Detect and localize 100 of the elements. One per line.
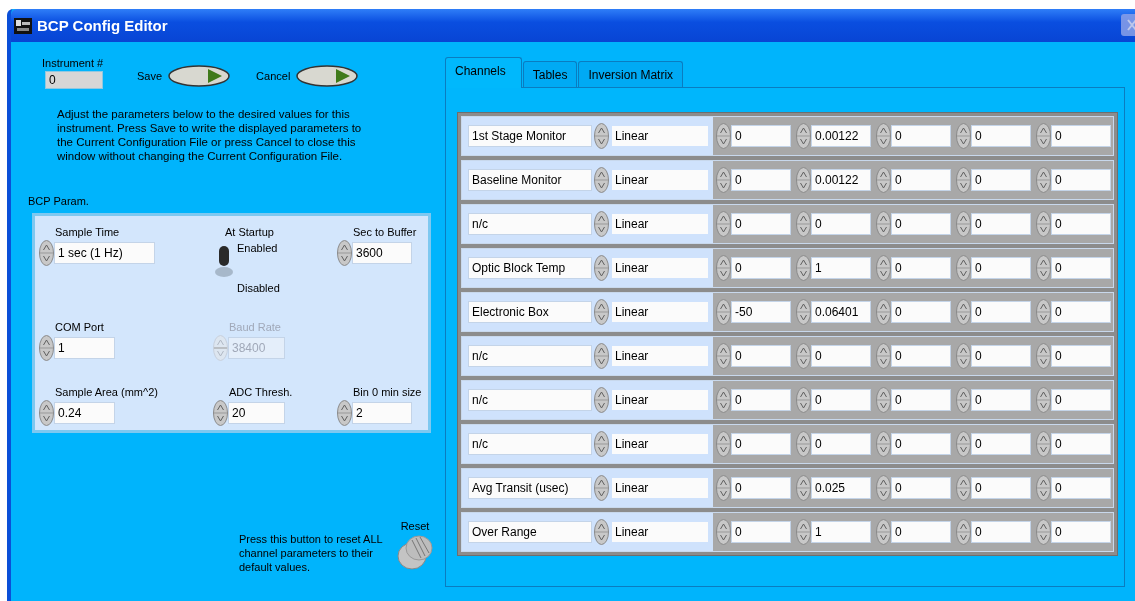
instrument-field[interactable]: 0	[45, 71, 103, 89]
spin-button[interactable]	[796, 387, 811, 413]
numeric-field[interactable]: 2	[352, 402, 412, 424]
scale-type-field[interactable]: Linear	[611, 257, 709, 279]
channel-name-field[interactable]: Avg Transit (usec)	[468, 477, 592, 499]
coefficient-field[interactable]: 0	[891, 257, 951, 279]
run-button[interactable]	[296, 65, 359, 87]
spin-button[interactable]	[876, 211, 891, 237]
coefficient-field[interactable]: 0	[971, 521, 1031, 543]
spin-button[interactable]	[876, 299, 891, 325]
scale-type-field[interactable]: Linear	[611, 433, 709, 455]
spin-button[interactable]	[1036, 387, 1051, 413]
spin-button[interactable]	[594, 123, 609, 149]
spin-button[interactable]	[1036, 299, 1051, 325]
spin-button[interactable]	[716, 255, 731, 281]
coefficient-field[interactable]: 0	[731, 389, 791, 411]
reset-button[interactable]	[395, 532, 435, 572]
spin-button[interactable]	[796, 299, 811, 325]
coefficient-field[interactable]: 0.06401	[811, 301, 871, 323]
spin-button[interactable]	[1036, 343, 1051, 369]
tab[interactable]: Tables	[522, 61, 578, 87]
scale-type-field[interactable]: Linear	[611, 213, 709, 235]
coefficient-field[interactable]: 0	[1051, 257, 1111, 279]
spin-button[interactable]	[876, 343, 891, 369]
spin-button[interactable]	[716, 167, 731, 193]
coefficient-field[interactable]: 0	[971, 389, 1031, 411]
coefficient-field[interactable]: 0	[731, 169, 791, 191]
coefficient-field[interactable]: 0	[811, 213, 871, 235]
spin-button[interactable]	[1036, 519, 1051, 545]
spin-button[interactable]	[594, 167, 609, 193]
spin-button[interactable]	[876, 387, 891, 413]
coefficient-field[interactable]: 0	[971, 301, 1031, 323]
spin-button[interactable]	[796, 123, 811, 149]
channel-name-field[interactable]: n/c	[468, 345, 592, 367]
coefficient-field[interactable]: 0	[891, 301, 951, 323]
numeric-field[interactable]: 1	[54, 337, 115, 359]
coefficient-field[interactable]: 0.00122	[811, 125, 871, 147]
spin-button[interactable]	[1036, 123, 1051, 149]
spin-button[interactable]	[594, 387, 609, 413]
coefficient-field[interactable]: 0	[731, 521, 791, 543]
spin-button[interactable]	[1036, 255, 1051, 281]
spin-button[interactable]	[796, 519, 811, 545]
coefficient-field[interactable]: 0	[811, 433, 871, 455]
scale-type-field[interactable]: Linear	[611, 477, 709, 499]
coefficient-field[interactable]: 0	[1051, 433, 1111, 455]
coefficient-field[interactable]: 0.025	[811, 477, 871, 499]
spin-button[interactable]	[39, 400, 54, 426]
coefficient-field[interactable]: 0	[891, 521, 951, 543]
coefficient-field[interactable]: 0	[971, 213, 1031, 235]
tab[interactable]: Channels	[445, 57, 522, 88]
coefficient-field[interactable]: 0	[1051, 521, 1111, 543]
spin-button[interactable]	[213, 400, 228, 426]
numeric-field[interactable]: 1 sec (1 Hz)	[54, 242, 155, 264]
spin-button[interactable]	[1036, 211, 1051, 237]
channel-name-field[interactable]: n/c	[468, 433, 592, 455]
coefficient-field[interactable]: 0.00122	[811, 169, 871, 191]
scale-type-field[interactable]: Linear	[611, 169, 709, 191]
spin-button[interactable]	[796, 475, 811, 501]
spin-button[interactable]	[716, 299, 731, 325]
spin-button[interactable]	[876, 167, 891, 193]
spin-button[interactable]	[594, 519, 609, 545]
run-button[interactable]	[168, 65, 231, 87]
spin-button[interactable]	[1036, 475, 1051, 501]
channel-name-field[interactable]: 1st Stage Monitor	[468, 125, 592, 147]
spin-button[interactable]	[716, 211, 731, 237]
spin-button[interactable]	[956, 123, 971, 149]
scale-type-field[interactable]: Linear	[611, 125, 709, 147]
coefficient-field[interactable]: 0	[1051, 213, 1111, 235]
coefficient-field[interactable]: 0	[731, 257, 791, 279]
spin-button[interactable]	[594, 255, 609, 281]
spin-button[interactable]	[796, 167, 811, 193]
coefficient-field[interactable]: 0	[971, 169, 1031, 191]
spin-button[interactable]	[956, 519, 971, 545]
channel-name-field[interactable]: Optic Block Temp	[468, 257, 592, 279]
coefficient-field[interactable]: 0	[891, 213, 951, 235]
coefficient-field[interactable]: -50	[731, 301, 791, 323]
tab[interactable]: Inversion Matrix	[578, 61, 684, 87]
coefficient-field[interactable]: 0	[891, 433, 951, 455]
spin-button[interactable]	[716, 123, 731, 149]
spin-button[interactable]	[956, 255, 971, 281]
spin-button[interactable]	[876, 123, 891, 149]
spin-button[interactable]	[594, 475, 609, 501]
scale-type-field[interactable]: Linear	[611, 345, 709, 367]
scale-type-field[interactable]: Linear	[611, 521, 709, 543]
spin-button[interactable]	[956, 431, 971, 457]
coefficient-field[interactable]: 0	[731, 433, 791, 455]
spin-button[interactable]	[796, 431, 811, 457]
spin-button[interactable]	[716, 519, 731, 545]
coefficient-field[interactable]: 0	[1051, 345, 1111, 367]
spin-button[interactable]	[956, 475, 971, 501]
coefficient-field[interactable]: 0	[971, 433, 1031, 455]
coefficient-field[interactable]: 0	[1051, 301, 1111, 323]
coefficient-field[interactable]: 0	[731, 345, 791, 367]
scale-type-field[interactable]: Linear	[611, 389, 709, 411]
spin-button[interactable]	[716, 387, 731, 413]
numeric-field[interactable]: 3600	[352, 242, 412, 264]
spin-button[interactable]	[594, 211, 609, 237]
coefficient-field[interactable]: 1	[811, 521, 871, 543]
coefficient-field[interactable]: 0	[1051, 477, 1111, 499]
channel-name-field[interactable]: Electronic Box	[468, 301, 592, 323]
